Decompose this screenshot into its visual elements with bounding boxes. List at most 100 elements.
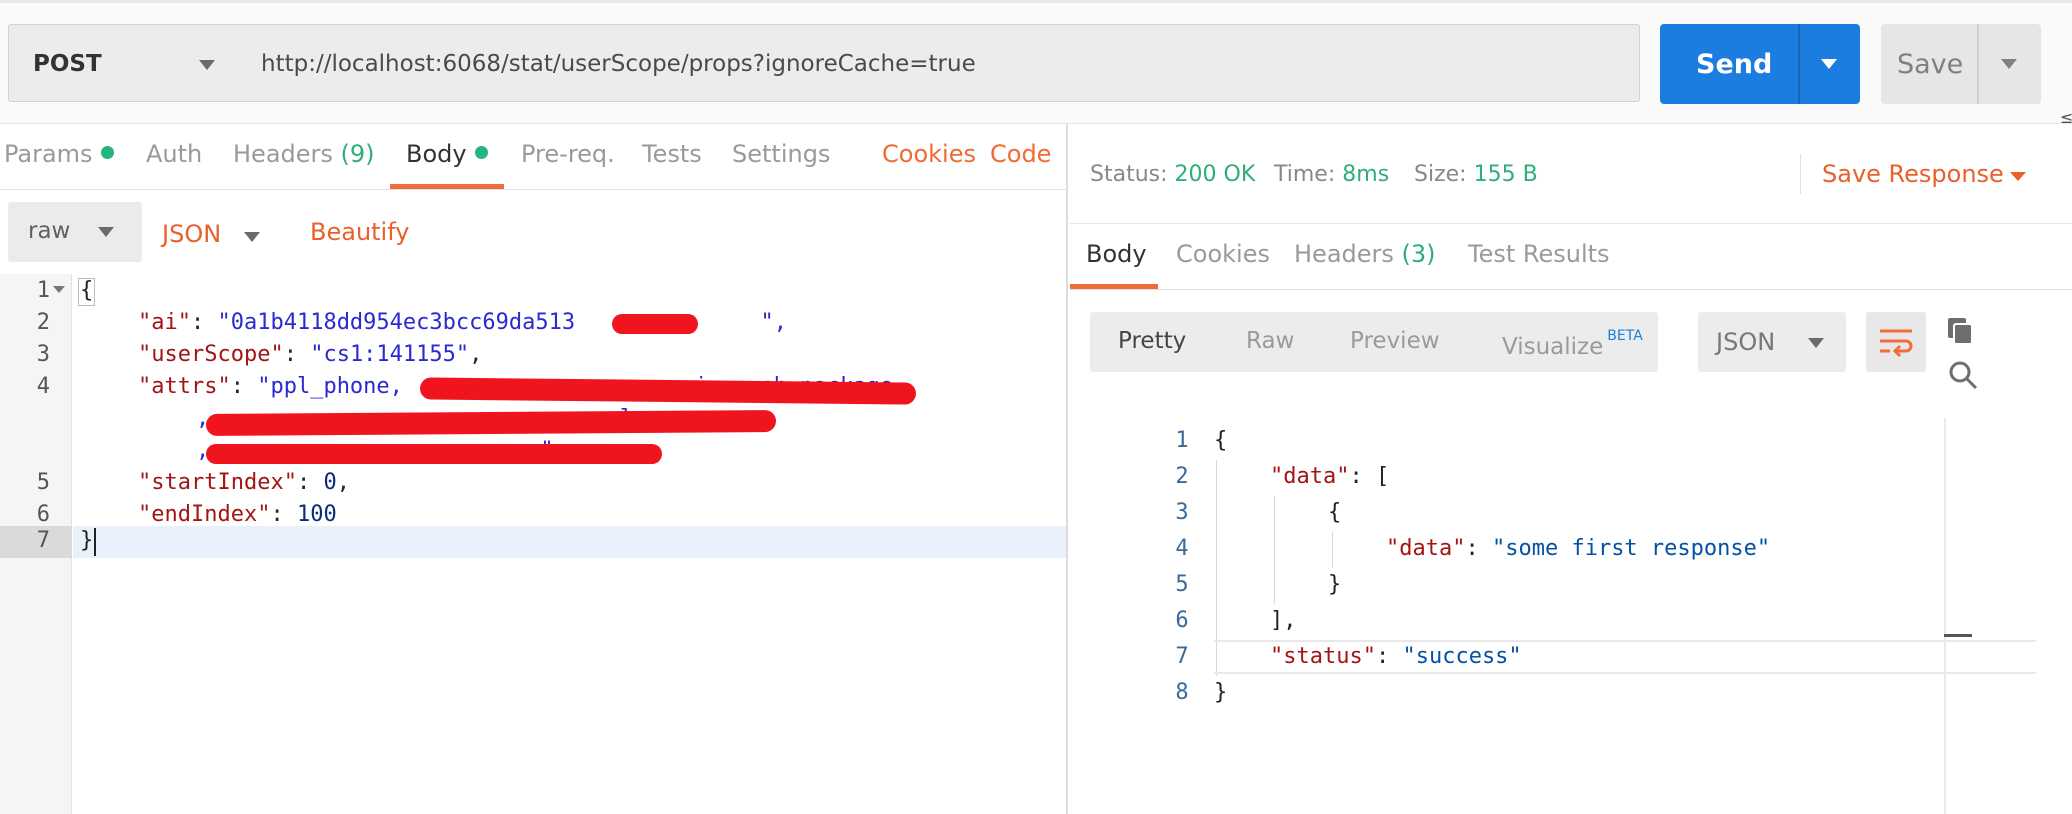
res-tab-body[interactable]: Body (1086, 240, 1147, 268)
body-format-select[interactable]: JSON (158, 204, 268, 264)
cookies-link[interactable]: Cookies (882, 140, 976, 168)
code-line: { (1328, 500, 1342, 525)
active-line-highlight (73, 526, 1066, 558)
save-options-chevron-icon[interactable] (2001, 59, 2017, 69)
send-options-chevron-icon[interactable] (1821, 59, 1837, 69)
res-tab-headers[interactable]: Headers (3) (1294, 240, 1436, 268)
wrap-lines-button[interactable] (1866, 312, 1926, 372)
time-info: Time: 8ms (1274, 162, 1389, 187)
tab-settings[interactable]: Settings (732, 140, 830, 168)
json-key: "endIndex" (138, 502, 271, 527)
code-line: } (1328, 572, 1342, 597)
response-body-viewer[interactable]: 1 2 3 4 5 6 7 8 { "data": [ { "data": "s… (1070, 418, 2042, 814)
body-mode-label: raw (28, 218, 71, 244)
json-key: "data" (1386, 536, 1466, 561)
copy-icon[interactable] (1946, 316, 1976, 346)
line-number: 3 (1175, 500, 1189, 525)
view-preview-button[interactable]: Preview (1350, 328, 1440, 354)
status-info: Status: 200 OK (1090, 162, 1255, 187)
size-value: 155 B (1473, 162, 1538, 187)
json-string: "cs1:141155" (310, 342, 470, 367)
tab-headers[interactable]: Headers (9) (233, 140, 375, 168)
send-button[interactable]: Send (1660, 24, 1860, 104)
response-scroll-track[interactable] (1944, 418, 1946, 814)
res-tab-test-results[interactable]: Test Results (1468, 240, 1610, 268)
tab-tests[interactable]: Tests (642, 140, 702, 168)
chevron-down-icon (244, 232, 260, 242)
url-input[interactable]: http://localhost:6068/stat/userScope/pro… (241, 24, 1640, 102)
time-value: 8ms (1342, 162, 1390, 187)
save-button[interactable]: Save (1881, 24, 2041, 104)
redaction-mark (205, 410, 777, 436)
chevron-down-icon (199, 60, 215, 70)
code-line: { (1214, 428, 1228, 453)
fold-arrow-icon[interactable] (53, 286, 65, 293)
view-pretty-button[interactable]: Pretty (1118, 328, 1186, 354)
method-select[interactable]: POST (8, 24, 242, 102)
url-text: http://localhost:6068/stat/userScope/pro… (261, 51, 976, 77)
code-link[interactable]: Code (990, 140, 1051, 168)
code-line: "data": [ (1270, 464, 1389, 489)
view-visualize-button[interactable]: Visualize BETA (1502, 328, 1643, 360)
response-format-select[interactable]: JSON (1698, 312, 1846, 372)
size-label: Size: (1414, 162, 1467, 187)
code-line: "status": "success" (1270, 644, 1522, 669)
line-number: 5 (1175, 572, 1189, 597)
json-number: 0 (323, 470, 337, 495)
method-label: POST (33, 51, 102, 77)
chevron-down-icon (98, 227, 114, 237)
wrap-lines-icon (1880, 329, 1913, 358)
status-divider (1800, 154, 1801, 194)
beautify-link[interactable]: Beautify (310, 218, 409, 246)
tab-headers-label: Headers (233, 140, 333, 168)
code-line: } (80, 528, 94, 553)
json-punct: : [ (1349, 464, 1390, 489)
save-label: Save (1897, 49, 1964, 80)
code-line: "startIndex": 0, (138, 470, 350, 495)
json-key: "data" (1270, 464, 1350, 489)
save-response-button[interactable]: Save Response (1822, 160, 2004, 188)
json-string: "success" (1402, 644, 1522, 669)
window-top-edge (0, 0, 2072, 3)
json-string: "0a1b4118dd954ec3bcc69da513 (217, 310, 576, 335)
tab-body[interactable]: Body (406, 140, 488, 168)
text-cursor (94, 528, 96, 556)
json-key: "status" (1270, 644, 1376, 669)
tab-params[interactable]: Params (4, 140, 114, 168)
view-raw-button[interactable]: Raw (1246, 328, 1294, 354)
json-key: "userScope" (138, 342, 284, 367)
chevron-down-icon (1808, 338, 1824, 348)
response-status-row: Status: 200 OK Time: 8ms Size: 155 B Sav… (1070, 124, 2072, 224)
code-line: { (80, 278, 94, 303)
line-number: 5 (36, 470, 50, 495)
tab-auth[interactable]: Auth (146, 140, 202, 168)
body-mode-select[interactable]: raw (8, 202, 142, 262)
res-tab-cookies[interactable]: Cookies (1176, 240, 1270, 268)
tab-prereq[interactable]: Pre-req. (521, 140, 615, 168)
chevron-down-icon[interactable] (2010, 172, 2026, 181)
redaction-mark (206, 444, 662, 464)
request-panel: Params Auth Headers (9) Body Pre-req. Te… (0, 124, 1068, 814)
body-indicator-dot (474, 146, 488, 159)
line-number: 8 (1175, 680, 1189, 705)
request-body-editor[interactable]: 1 2 3 4 5 6 7 { "ai": "0a1b4118dd954ec3b… (0, 274, 1066, 814)
code-line: } (1214, 680, 1228, 705)
json-key: "attrs" (138, 374, 231, 399)
body-format-label: JSON (162, 220, 222, 248)
indent-guide (1274, 496, 1275, 604)
tab-body-label: Body (406, 140, 467, 168)
indent-guide (1332, 532, 1333, 568)
json-number: 100 (296, 502, 337, 527)
request-tabs: Params Auth Headers (9) Body Pre-req. Te… (0, 124, 1068, 190)
code-line: "userScope": "cs1:141155", (138, 342, 483, 367)
params-indicator-dot (100, 146, 114, 159)
redaction-mark (612, 314, 698, 334)
res-tab-headers-label: Headers (1294, 240, 1394, 268)
line-number: 3 (36, 342, 50, 367)
res-headers-count: (3) (1401, 240, 1436, 268)
search-icon[interactable] (1948, 360, 1978, 390)
line-number: 2 (1175, 464, 1189, 489)
line-number: 2 (36, 310, 50, 335)
json-key: "startIndex" (138, 470, 297, 495)
json-string: "some first response" (1491, 536, 1771, 561)
